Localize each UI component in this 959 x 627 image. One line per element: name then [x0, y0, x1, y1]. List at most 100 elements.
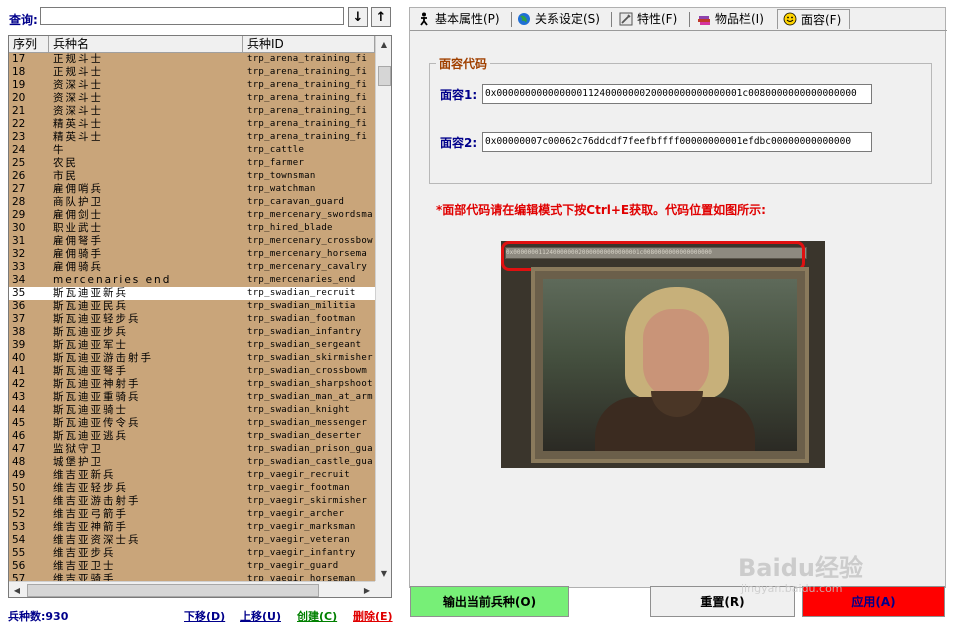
row-index: 44 — [12, 404, 26, 416]
face1-field[interactable]: 0x00000000000000011240000000200000000000… — [482, 84, 872, 104]
row-index: 47 — [12, 443, 26, 455]
table-row[interactable]: 41 斯瓦迪亚弩手 trp_swadian_crossbowm — [9, 365, 375, 378]
troop-list[interactable]: 序列 兵种名 兵种ID 17 正规斗士 trp_arena_training_fi 1… — [8, 35, 392, 598]
table-row[interactable]: 17 正规斗士 trp_arena_training_fi — [9, 53, 375, 66]
table-row[interactable]: 51 维吉亚游击射手 trp_vaegir_skirmisher — [9, 495, 375, 508]
table-row[interactable]: 36 斯瓦迪亚民兵 trp_swadian_militia — [9, 300, 375, 313]
scroll-left-icon[interactable]: ◀ — [9, 582, 25, 597]
row-troop-id: trp_mercenary_crossbow — [247, 236, 373, 246]
row-index: 24 — [12, 144, 26, 156]
row-index: 55 — [12, 547, 26, 559]
row-troop-name: 斯瓦迪亚军士 — [53, 339, 128, 351]
table-row[interactable]: 37 斯瓦迪亚轻步兵 trp_swadian_footman — [9, 313, 375, 326]
row-index: 37 — [12, 313, 26, 325]
row-troop-name: 斯瓦迪亚传令兵 — [53, 417, 141, 429]
export-troop-button[interactable]: 输出当前兵种(O) — [410, 586, 569, 617]
smiley-icon — [782, 12, 797, 27]
table-row[interactable]: 46 斯瓦迪亚逃兵 trp_swadian_deserter — [9, 430, 375, 443]
table-row[interactable]: 23 精英斗士 trp_arena_training_fi — [9, 131, 375, 144]
scroll-up-icon[interactable]: ▲ — [376, 36, 391, 52]
table-row[interactable]: 52 维吉亚弓箭手 trp_vaegir_archer — [9, 508, 375, 521]
row-index: 48 — [12, 456, 26, 468]
table-row[interactable]: 42 斯瓦迪亚神射手 trp_swadian_sharpshoot — [9, 378, 375, 391]
table-row[interactable]: 28 商队护卫 trp_caravan_guard — [9, 196, 375, 209]
row-index: 43 — [12, 391, 26, 403]
table-row[interactable]: 47 监狱守卫 trp_swadian_prison_gua — [9, 443, 375, 456]
vertical-scroll-thumb[interactable] — [378, 66, 391, 86]
tab-traits[interactable]: 特性(F) — [614, 9, 686, 29]
table-row[interactable]: 22 精英斗士 trp_arena_training_fi — [9, 118, 375, 131]
row-troop-id: trp_hired_blade — [247, 223, 333, 233]
search-prev-button[interactable]: ↑ — [371, 7, 391, 27]
row-troop-name: 监狱守卫 — [53, 443, 103, 455]
face2-field[interactable]: 0x00000007c00062c76ddcdf7feefbffff000000… — [482, 132, 872, 152]
row-troop-name: 维吉亚弓箭手 — [53, 508, 128, 520]
vertical-scrollbar[interactable]: ▲ ▼ — [375, 36, 391, 581]
row-index: 38 — [12, 326, 26, 338]
table-row[interactable]: 34 mercenaries end trp_mercenaries_end — [9, 274, 375, 287]
tab-face[interactable]: 面容(F) — [777, 9, 850, 29]
tab-separator — [689, 12, 690, 27]
column-header-index[interactable]: 序列 — [9, 36, 49, 52]
create-link[interactable]: 创建(C) — [297, 608, 337, 624]
table-row[interactable]: 45 斯瓦迪亚传令兵 trp_swadian_messenger — [9, 417, 375, 430]
row-troop-name: 斯瓦迪亚神射手 — [53, 378, 141, 390]
table-row[interactable]: 21 资深斗士 trp_arena_training_fi — [9, 105, 375, 118]
table-row[interactable]: 48 城堡护卫 trp_swadian_castle_gua — [9, 456, 375, 469]
table-row[interactable]: 31 雇佣弩手 trp_mercenary_crossbow — [9, 235, 375, 248]
row-troop-name: 正规斗士 — [53, 53, 103, 65]
table-row[interactable]: 54 维吉亚资深士兵 trp_vaegir_veteran — [9, 534, 375, 547]
table-row[interactable]: 33 雇佣骑兵 trp_mercenary_cavalry — [9, 261, 375, 274]
table-row[interactable]: 50 维吉亚轻步兵 trp_vaegir_footman — [9, 482, 375, 495]
row-troop-id: trp_vaegir_archer — [247, 509, 345, 519]
table-row[interactable]: 43 斯瓦迪亚重骑兵 trp_swadian_man_at_arm — [9, 391, 375, 404]
row-troop-name: 维吉亚游击射手 — [53, 495, 141, 507]
face-code-group-title: 面容代码 — [436, 55, 491, 72]
table-row[interactable]: 40 斯瓦迪亚游击射手 trp_swadian_skirmisher — [9, 352, 375, 365]
face-code-hint: *面部代码请在编辑模式下按Ctrl+E获取。代码位置如图所示: — [436, 203, 766, 217]
row-index: 23 — [12, 131, 26, 143]
column-header-id[interactable]: 兵种ID — [243, 36, 375, 52]
scroll-down-icon[interactable]: ▼ — [376, 565, 391, 581]
row-index: 57 — [12, 573, 26, 581]
scroll-right-icon[interactable]: ▶ — [359, 582, 375, 597]
table-row[interactable]: 35 斯瓦迪亚新兵 trp_swadian_recruit — [9, 287, 375, 300]
table-row[interactable]: 44 斯瓦迪亚骑士 trp_swadian_knight — [9, 404, 375, 417]
row-index: 46 — [12, 430, 26, 442]
table-row[interactable]: 56 维吉亚卫士 trp_vaegir_guard — [9, 560, 375, 573]
table-row[interactable]: 38 斯瓦迪亚步兵 trp_swadian_infantry — [9, 326, 375, 339]
books-icon — [696, 12, 711, 27]
move-up-link[interactable]: 上移(U) — [240, 608, 281, 624]
horizontal-scrollbar[interactable]: ◀ ▶ — [9, 581, 375, 597]
move-down-link[interactable]: 下移(D) — [184, 608, 225, 624]
table-row[interactable]: 29 雇佣剑士 trp_mercenary_swordsma — [9, 209, 375, 222]
row-troop-id: trp_watchman — [247, 184, 316, 194]
row-troop-name: 商队护卫 — [53, 196, 103, 208]
table-row[interactable]: 26 市民 trp_townsman — [9, 170, 375, 183]
table-row[interactable]: 30 职业武士 trp_hired_blade — [9, 222, 375, 235]
table-row[interactable]: 55 维吉亚步兵 trp_vaegir_infantry — [9, 547, 375, 560]
horizontal-scroll-thumb[interactable] — [27, 584, 319, 597]
tab-basic-attributes[interactable]: 基本属性(P) — [412, 9, 510, 29]
row-troop-name: 维吉亚资深士兵 — [53, 534, 141, 546]
tab-relations[interactable]: 关系设定(S) — [512, 9, 608, 29]
search-next-button[interactable]: ↓ — [348, 7, 368, 27]
table-row[interactable]: 19 资深斗士 trp_arena_training_fi — [9, 79, 375, 92]
table-row[interactable]: 20 资深斗士 trp_arena_training_fi — [9, 92, 375, 105]
row-troop-id: trp_vaegir_infantry — [247, 548, 356, 558]
table-row[interactable]: 57 维吉亚骑手 trp_vaegir_horseman — [9, 573, 375, 581]
table-row[interactable]: 49 维吉亚新兵 trp_vaegir_recruit — [9, 469, 375, 482]
table-row[interactable]: 25 农民 trp_farmer — [9, 157, 375, 170]
table-row[interactable]: 39 斯瓦迪亚军士 trp_swadian_sergeant — [9, 339, 375, 352]
tools-icon — [618, 12, 633, 27]
column-header-name[interactable]: 兵种名 — [49, 36, 243, 52]
table-row[interactable]: 18 正规斗士 trp_arena_training_fi — [9, 66, 375, 79]
delete-link[interactable]: 删除(E) — [353, 608, 393, 624]
table-row[interactable]: 27 雇佣哨兵 trp_watchman — [9, 183, 375, 196]
table-row[interactable]: 32 雇佣骑手 trp_mercenary_horsema — [9, 248, 375, 261]
search-input[interactable] — [40, 7, 344, 25]
row-troop-id: trp_swadian_messenger — [247, 418, 368, 428]
table-row[interactable]: 53 维吉亚神箭手 trp_vaegir_marksman — [9, 521, 375, 534]
table-row[interactable]: 24 牛 trp_cattle — [9, 144, 375, 157]
tab-inventory[interactable]: 物品栏(I) — [692, 9, 774, 29]
